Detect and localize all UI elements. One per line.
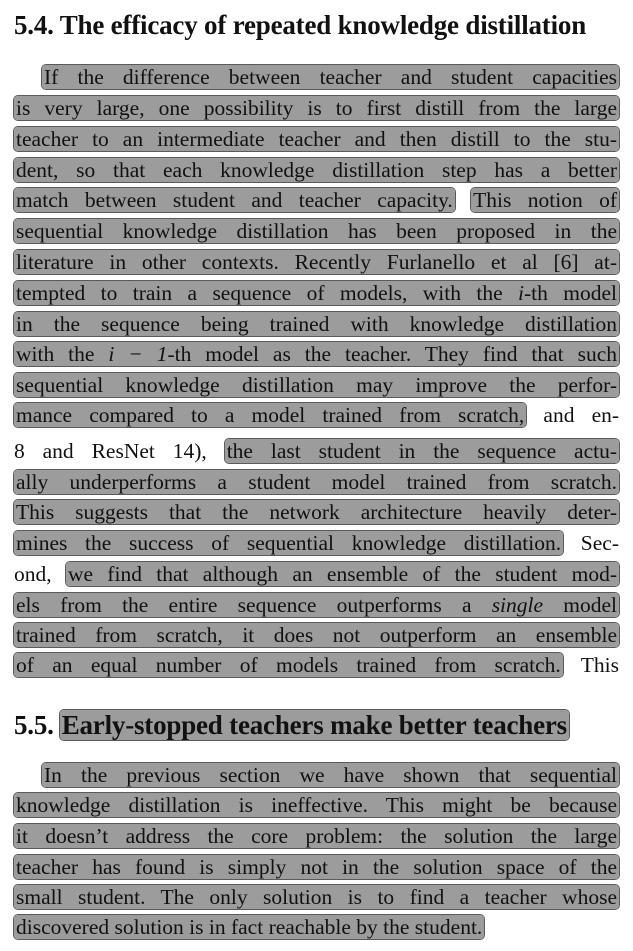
paragraph-line: mance compared to a model trained from s… — [14, 401, 619, 429]
text: ond, — [14, 562, 52, 586]
paragraph-line: dent, so that each knowledge distillatio… — [14, 156, 619, 184]
paragraph-line: with the i − 1-th model as the teacher. … — [14, 340, 619, 368]
text: 8 and ResNet 14), — [14, 439, 207, 463]
paragraph-line: trained from scratch, it does not outper… — [14, 621, 619, 649]
highlight: teacher to an intermediate teacher and t… — [14, 127, 619, 151]
paragraph-line: match between student and teacher capaci… — [14, 186, 619, 214]
paragraph-line: sequential knowledge distillation has be… — [14, 217, 619, 245]
highlight: mance compared to a model trained from s… — [14, 403, 527, 427]
paragraph-line: teacher to an intermediate teacher and t… — [14, 125, 619, 153]
highlight: ally underperforms a student model train… — [14, 470, 619, 494]
section-title: Early-stopped teachers make better teach… — [59, 710, 569, 740]
paragraph-line: ond, we find that although an ensemble o… — [14, 560, 619, 588]
paragraph-line: teacher has found is simply not in the s… — [14, 853, 619, 881]
paragraph-line: sequential knowledge distillation may im… — [14, 371, 619, 399]
text: els from the entire sequence outperforms… — [16, 593, 472, 617]
highlight: If the difference between teacher and st… — [42, 65, 619, 89]
highlight: This notion of — [471, 188, 619, 212]
text: -th model — [524, 281, 618, 305]
highlight: In the previous section we have shown th… — [42, 763, 619, 787]
highlight: of an equal number of models trained fro… — [14, 653, 563, 677]
paragraph-line: In the previous section we have shown th… — [14, 761, 619, 789]
paragraph-line: els from the entire sequence outperforms… — [14, 591, 619, 619]
paragraph-line: of an equal number of models trained fro… — [14, 651, 619, 679]
highlight: sequential knowledge distillation has be… — [14, 219, 619, 243]
text: -th model as the teacher. They find that… — [167, 342, 617, 366]
highlight: teacher has found is simply not in the s… — [14, 855, 619, 879]
paragraph-line: 8 and ResNet 14), the last student in th… — [14, 437, 619, 465]
highlight: discovered solution is in fact reachable… — [14, 915, 485, 939]
highlight: mines the success of sequential knowledg… — [14, 531, 564, 555]
highlight: is very large, one possibility is to fir… — [14, 96, 619, 120]
paragraph-line: ally underperforms a student model train… — [14, 468, 619, 496]
highlight: match between student and teacher capaci… — [14, 188, 455, 212]
math-i-minus-1: i − 1 — [108, 342, 168, 366]
paragraph-line: discovered solution is in fact reachable… — [14, 913, 619, 941]
highlight: knowledge distillation is ineffective. T… — [14, 793, 619, 817]
text: and en- — [543, 403, 620, 427]
highlight: sequential knowledge distillation may im… — [14, 373, 619, 397]
paper-page: 5.4. The efficacy of repeated knowledge d… — [0, 0, 633, 951]
paragraph-line: literature in other contexts. Recently F… — [14, 248, 619, 276]
paragraph-line: If the difference between teacher and st… — [14, 63, 619, 91]
highlight: small student. The only solution is to f… — [14, 885, 619, 909]
highlight: trained from scratch, it does not outper… — [14, 623, 619, 647]
highlight: tempted to train a sequence of models, w… — [14, 281, 620, 305]
paragraph-line: knowledge distillation is ineffective. T… — [14, 791, 619, 819]
section-heading-5-4: 5.4. The efficacy of repeated knowledge d… — [14, 9, 586, 41]
section-heading-5-5: 5.5. Early-stopped teachers make better t… — [14, 709, 569, 741]
paragraph-line: it doesn’t address the core problem: the… — [14, 822, 619, 850]
highlight: with the i − 1-th model as the teacher. … — [14, 342, 619, 366]
paragraph-line: mines the success of sequential knowledg… — [14, 529, 619, 557]
text: with the — [16, 342, 95, 366]
section-number: 5.5. — [14, 710, 54, 740]
text: tempted to train a sequence of models, w… — [16, 281, 503, 305]
highlight: the last student in the sequence actu- — [224, 439, 619, 463]
paragraph-line: This suggests that the network architect… — [14, 498, 619, 526]
highlight: els from the entire sequence outperforms… — [14, 593, 619, 617]
paragraph-line: small student. The only solution is to f… — [14, 883, 619, 911]
emphasis: single — [491, 593, 544, 617]
section-number: 5.4. — [14, 10, 54, 40]
highlight: we find that although an ensemble of the… — [65, 562, 619, 586]
paragraph-line: is very large, one possibility is to fir… — [14, 94, 619, 122]
section-title: The efficacy of repeated knowledge disti… — [59, 10, 587, 40]
highlight: dent, so that each knowledge distillatio… — [14, 158, 619, 182]
text: Sec- — [580, 531, 619, 555]
highlight: literature in other contexts. Recently F… — [14, 250, 619, 274]
paragraph-line: tempted to train a sequence of models, w… — [14, 279, 620, 307]
text: model — [563, 593, 617, 617]
highlight: in the sequence being trained with knowl… — [14, 312, 619, 336]
paragraph-line: in the sequence being trained with knowl… — [14, 310, 619, 338]
highlight: it doesn’t address the core problem: the… — [14, 824, 619, 848]
text: This — [580, 653, 619, 677]
highlight: This suggests that the network architect… — [14, 500, 619, 524]
